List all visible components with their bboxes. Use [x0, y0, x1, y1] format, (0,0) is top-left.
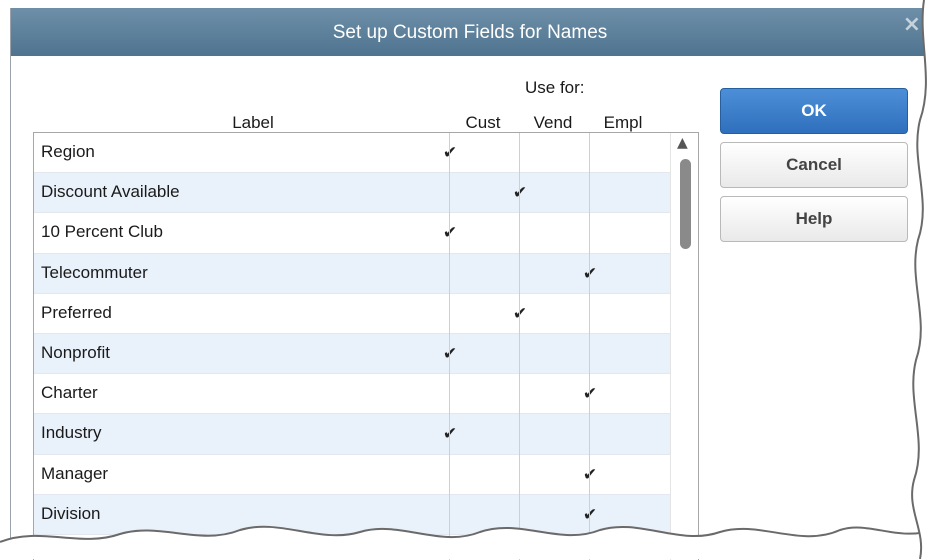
cust-checkmark-cell[interactable]: ✔ — [416, 133, 484, 173]
cust-column-header: Cust — [465, 113, 501, 132]
scroll-up-arrow-icon[interactable]: ▲ — [677, 135, 688, 151]
table-row[interactable]: Telecommuter ✔ — [34, 253, 670, 294]
empl-column-header: Empl — [603, 113, 643, 132]
table-row[interactable]: Charter ✔ — [34, 374, 670, 415]
dialog-title: Set up Custom Fields for Names — [332, 22, 608, 43]
vend-checkmark-cell[interactable]: ✔ — [486, 173, 554, 213]
table-row[interactable]: 10 Percent Club ✔ — [34, 213, 670, 254]
cust-checkmark-cell[interactable]: ✔ — [416, 414, 484, 454]
custom-fields-dialog: Set up Custom Fields for Names × Use for… — [10, 8, 930, 560]
field-label[interactable]: Discount Available — [41, 173, 180, 211]
table-row[interactable]: Region ✔ — [34, 133, 670, 174]
empl-checkmark-cell[interactable]: ✔ — [556, 374, 624, 414]
vend-checkmark-cell[interactable]: ✔ — [486, 294, 554, 334]
table-row[interactable]: Industry ✔ — [34, 414, 670, 455]
table-row[interactable]: Preferred ✔ — [34, 294, 670, 334]
table-row[interactable] — [34, 535, 670, 560]
cancel-button[interactable]: Cancel — [720, 142, 908, 188]
close-icon[interactable]: × — [903, 12, 921, 37]
table-row[interactable]: Division ✔ — [34, 494, 670, 535]
field-label[interactable]: Preferred — [41, 294, 112, 332]
table-body: Region ✔ Discount Available ✔ 10 Percent Clu… — [34, 133, 670, 560]
empl-checkmark-cell[interactable]: ✔ — [556, 455, 624, 495]
vend-column-header: Vend — [533, 113, 573, 132]
cust-checkmark-cell[interactable]: ✔ — [416, 334, 484, 374]
label-column-header: Label — [232, 113, 274, 132]
scroll-thumb[interactable] — [680, 159, 691, 249]
column-divider — [519, 133, 520, 560]
field-label[interactable]: Telecommuter — [41, 254, 148, 292]
column-divider — [589, 133, 590, 560]
field-label[interactable]: Industry — [41, 414, 101, 452]
table-row[interactable]: Manager ✔ — [34, 455, 670, 495]
vertical-scrollbar[interactable]: ▲ — [670, 133, 698, 560]
field-label[interactable]: Nonprofit — [41, 334, 110, 372]
table-row[interactable]: Discount Available ✔ — [34, 173, 670, 214]
cust-checkmark-cell[interactable]: ✔ — [416, 213, 484, 253]
ok-button[interactable]: OK — [720, 88, 908, 134]
field-label[interactable]: Manager — [41, 455, 108, 493]
title-bar: Set up Custom Fields for Names × — [11, 8, 929, 56]
empl-checkmark-cell[interactable]: ✔ — [556, 254, 624, 294]
custom-fields-table[interactable]: Region ✔ Discount Available ✔ 10 Percent Clu… — [33, 132, 699, 560]
help-button[interactable]: Help — [720, 196, 908, 242]
use-for-header: Use for: — [525, 78, 585, 97]
field-label[interactable]: Division — [41, 495, 101, 533]
field-label[interactable]: Region — [41, 133, 95, 171]
empl-checkmark-cell[interactable]: ✔ — [556, 495, 624, 535]
field-label[interactable]: 10 Percent Club — [41, 213, 163, 251]
table-row[interactable]: Nonprofit ✔ — [34, 333, 670, 375]
field-label[interactable]: Charter — [41, 374, 98, 412]
column-divider — [449, 133, 450, 560]
